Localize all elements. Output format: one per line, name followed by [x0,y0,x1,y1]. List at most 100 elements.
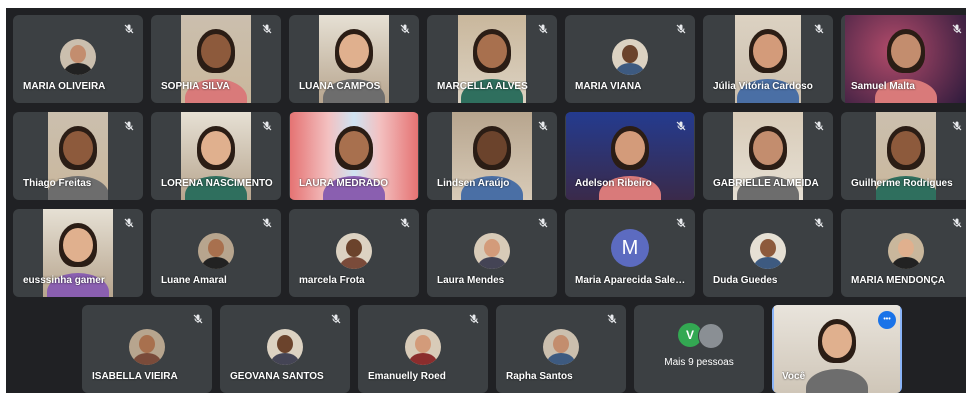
participant-tile[interactable]: LAURA MEDRADO [289,112,419,200]
microphone-muted-icon [607,314,617,324]
participant-tile[interactable]: Adelson Ribeiro [565,112,695,200]
participant-tile[interactable]: GABRIELLE ALMEIDA [703,112,833,200]
participant-name: Samuel Malta [851,81,915,92]
avatar-face [70,45,86,63]
microphone-muted-icon [124,24,134,34]
participant-avatar-letter: M [611,229,649,267]
participant-tile[interactable]: MARIA VIANA [565,15,695,103]
participant-avatar [129,329,165,365]
avatar-face [553,335,569,353]
microphone-muted-icon [400,218,410,228]
avatar-face [484,239,500,257]
participant-tile[interactable]: GEOVANA SANTOS [220,305,350,393]
participant-name: Júlia Vitória Cardoso [713,81,813,92]
microphone-muted-icon [952,24,962,34]
meeting-grid: MARIA OLIVEIRA SOPHIA SILVA LUANA CAMPOS MA… [6,8,966,393]
microphone-muted-icon [124,218,134,228]
participant-tile[interactable]: Emanuelly Roed [358,305,488,393]
participant-tile[interactable]: Luane Amaral [151,209,281,297]
microphone-muted-icon [331,314,341,324]
participant-tile[interactable]: LORENA NASCIMENTO [151,112,281,200]
participant-tile[interactable]: Laura Mendes [427,209,557,297]
avatar-shoulders [202,257,230,269]
participant-avatar [612,39,648,75]
avatar-shoulders [409,353,437,365]
microphone-muted-icon [952,121,962,131]
participant-name: GABRIELLE ALMEIDA [713,178,819,189]
participant-name: Adelson Ribeiro [575,178,652,189]
participant-avatar [405,329,441,365]
microphone-muted-icon [538,121,548,131]
microphone-muted-icon [538,218,548,228]
participant-avatar [60,39,96,75]
more-avatar-photo [698,323,724,349]
avatar-face [139,335,155,353]
avatar-face [622,45,638,63]
microphone-muted-icon [814,24,824,34]
avatar-shoulders [271,353,299,365]
avatar-face [277,335,293,353]
avatar-face [898,239,914,257]
microphone-muted-icon [676,24,686,34]
participant-tile[interactable]: marcela Frota [289,209,419,297]
microphone-muted-icon [193,314,203,324]
participant-tile[interactable]: Guilherme Rodrigues [841,112,966,200]
avatar-shoulders [133,353,161,365]
participant-avatar [336,233,372,269]
participant-tile[interactable]: MARIA OLIVEIRA [13,15,143,103]
participant-tile[interactable]: ISABELLA VIEIRA [82,305,212,393]
microphone-muted-icon [814,121,824,131]
participant-name: MARIA VIANA [575,81,642,92]
participant-tile[interactable]: eusssinha gamer [13,209,143,297]
microphone-muted-icon [676,121,686,131]
participant-avatar [198,233,234,269]
participant-tile[interactable]: Júlia Vitória Cardoso [703,15,833,103]
avatar-shoulders [754,257,782,269]
participant-avatar [267,329,303,365]
microphone-muted-icon [262,121,272,131]
participant-tile[interactable]: Lindsen Araújo [427,112,557,200]
avatar-shoulders [64,63,92,75]
participant-name: Rapha Santos [506,371,573,382]
participant-tile[interactable]: LUANA CAMPOS [289,15,419,103]
microphone-muted-icon [262,218,272,228]
microphone-muted-icon [952,218,962,228]
participant-tile[interactable]: MARIA MENDONÇA [841,209,966,297]
more-participants-tile[interactable]: V Mais 9 pessoas [634,305,764,393]
participant-name: LORENA NASCIMENTO [161,178,273,189]
avatar-shoulders [547,353,575,365]
participant-tile[interactable]: Duda Guedes [703,209,833,297]
participant-tile[interactable]: SOPHIA SILVA [151,15,281,103]
more-participants-label: Mais 9 pessoas [664,357,734,368]
avatar-face [760,239,776,257]
microphone-muted-icon [814,218,824,228]
participant-tile[interactable]: Thiago Freitas [13,112,143,200]
microphone-muted-icon [469,314,479,324]
participant-name: Guilherme Rodrigues [851,178,953,189]
participant-name: ISABELLA VIEIRA [92,371,178,382]
participant-avatar [474,233,510,269]
avatar-shoulders [892,257,920,269]
participant-name: Maria Aparecida Salema [575,275,687,286]
microphone-muted-icon [124,121,134,131]
microphone-muted-icon [400,24,410,34]
avatar-face [346,239,362,257]
participant-name: Lindsen Araújo [437,178,510,189]
more-avatars: V [678,323,724,349]
self-tile[interactable]: ••• Você [772,305,902,393]
participant-name: Luane Amaral [161,275,227,286]
avatar-face [208,239,224,257]
self-name: Você [782,371,806,382]
more-options-icon[interactable]: ••• [878,311,896,329]
participant-tile[interactable]: Samuel Malta [841,15,966,103]
participant-avatar [888,233,924,269]
participant-tile[interactable]: M Maria Aparecida Salema [565,209,695,297]
participant-avatar [543,329,579,365]
avatar-shoulders [340,257,368,269]
avatar-face [415,335,431,353]
participant-tile[interactable]: Rapha Santos [496,305,626,393]
participant-name: eusssinha gamer [23,275,105,286]
participant-name: SOPHIA SILVA [161,81,230,92]
participant-name: MARIA OLIVEIRA [23,81,106,92]
participant-tile[interactable]: MARCELLA ALVES [427,15,557,103]
